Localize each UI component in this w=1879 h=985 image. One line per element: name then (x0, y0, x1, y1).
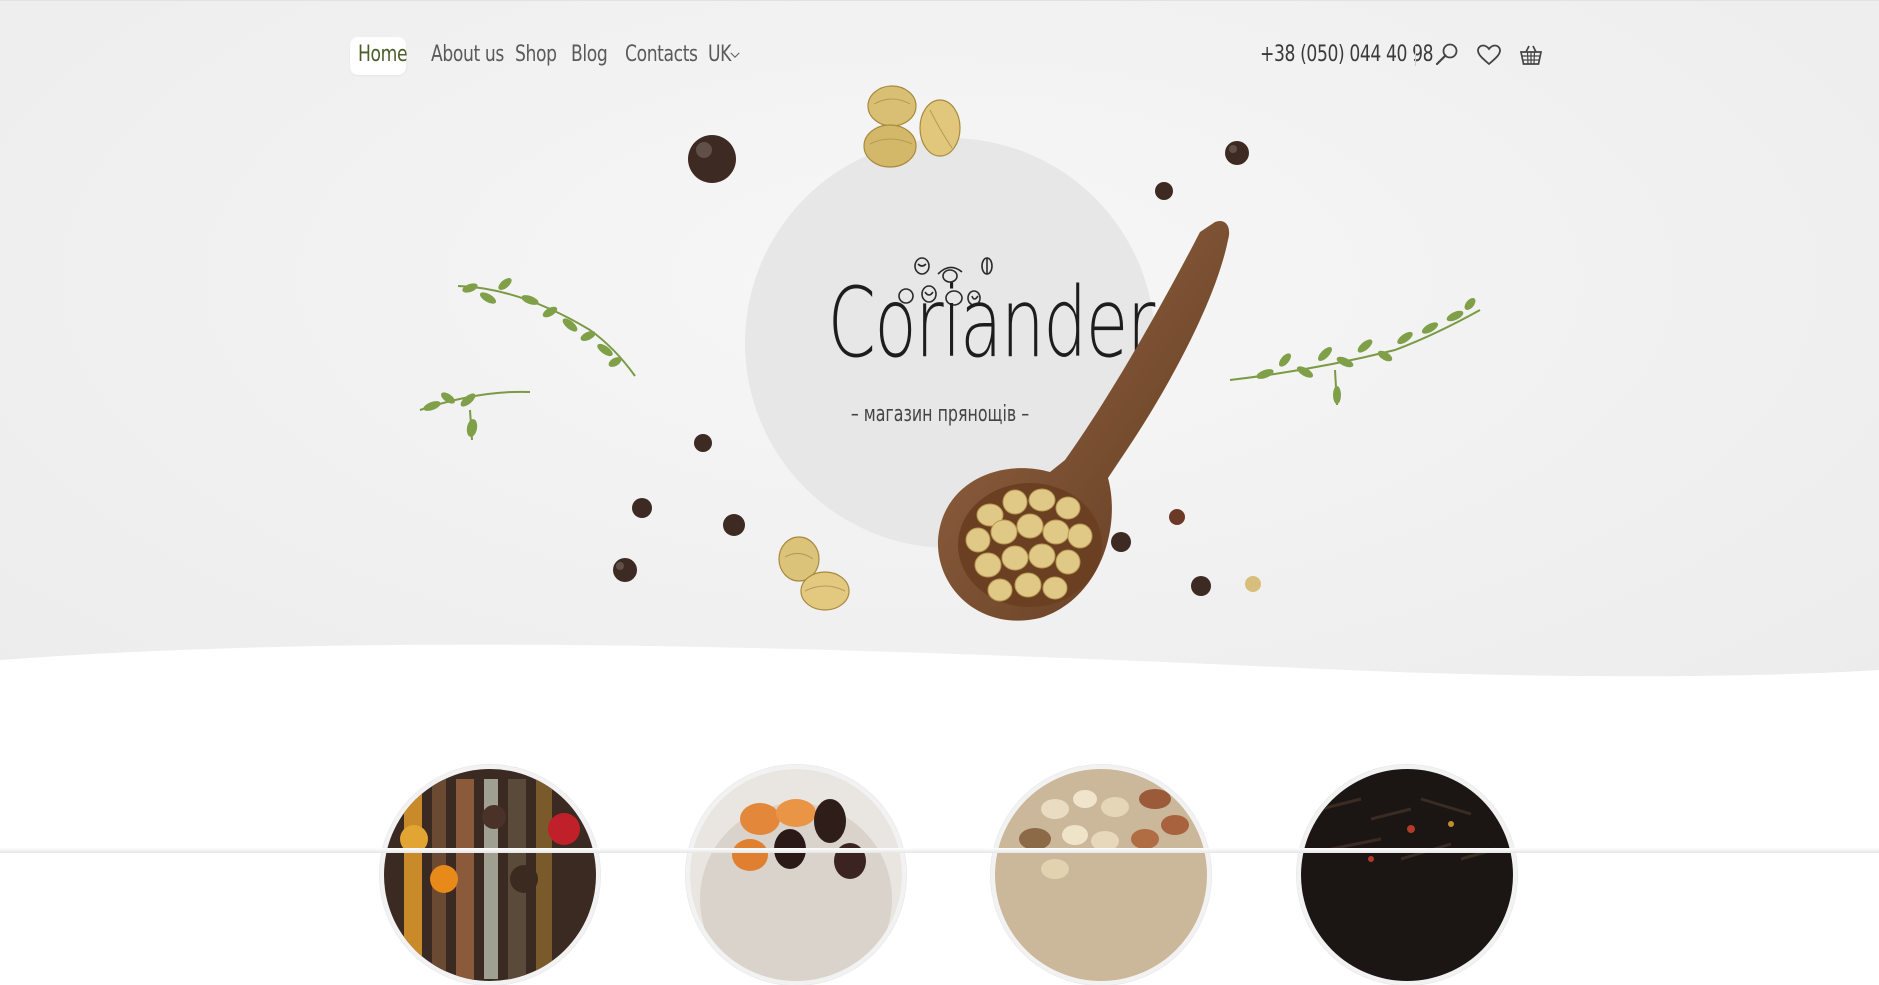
spice-spoons-image (384, 769, 596, 981)
category-spices[interactable] (380, 765, 600, 985)
peppercorns-image (613, 135, 1261, 596)
category-tea[interactable] (1297, 765, 1517, 985)
nuts-image (995, 769, 1207, 981)
thyme-sprig-right-image (1229, 298, 1481, 406)
thyme-sprig-left-image (419, 278, 636, 441)
category-dried-fruit[interactable] (686, 765, 906, 985)
dried-fruit-bowl-image (690, 769, 902, 981)
tea-leaves-image (1301, 769, 1513, 981)
bottom-edge (0, 848, 1879, 853)
category-nuts[interactable] (991, 765, 1211, 985)
